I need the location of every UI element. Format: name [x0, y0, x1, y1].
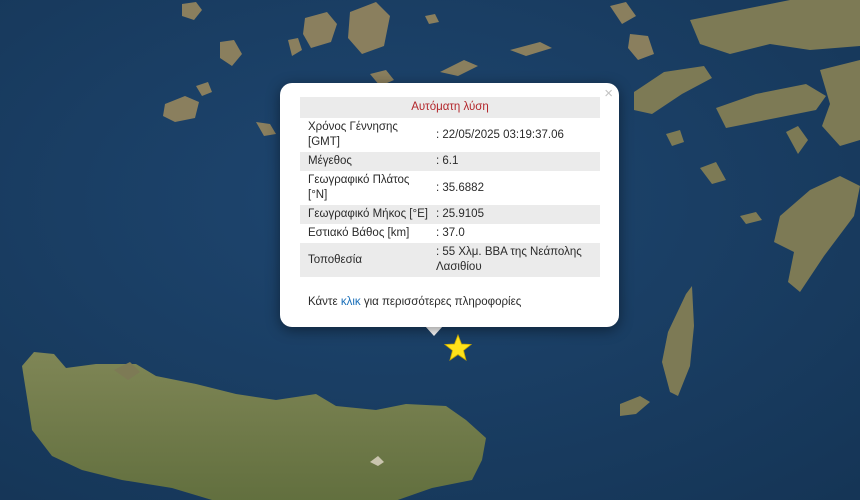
row-label: Εστιακό Βάθος [km] [308, 227, 410, 239]
row-label: Χρόνος Γέννησης [GMT] [308, 121, 398, 148]
star-icon[interactable] [444, 334, 472, 362]
row-label: Γεωγραφικό Μήκος [°E] [308, 208, 428, 220]
row-value: : 6.1 [436, 155, 459, 167]
table-row: Τοποθεσία : 55 Χλμ. ΒΒΑ της Νεάπολης Λασ… [300, 243, 600, 277]
close-icon[interactable]: × [604, 86, 613, 102]
row-value: : 25.9105 [436, 208, 484, 220]
row-value: : 55 Χλμ. ΒΒΑ της Νεάπολης Λασιθίου [436, 246, 582, 273]
table-header-row: Αυτόματη λύση [300, 97, 600, 118]
popup-tip [425, 326, 443, 336]
row-label: Μέγεθος [308, 155, 352, 167]
row-label: Τοποθεσία [308, 253, 362, 266]
table-row: Εστιακό Βάθος [km] : 37.0 [300, 224, 600, 243]
table-row: Γεωγραφικό Πλάτος [°N] : 35.6882 [300, 171, 600, 205]
popup-footer: Κάντε κλικ για περισσότερες πληροφορίες [308, 296, 521, 308]
row-value: : 35.6882 [436, 181, 484, 194]
table-row: Μέγεθος : 6.1 [300, 152, 600, 171]
earthquake-info-table: Αυτόματη λύση Χρόνος Γέννησης [GMT] : 22… [300, 97, 600, 277]
earthquake-info-popup: × Αυτόματη λύση Χρόνος Γέννησης [GMT] : … [280, 83, 619, 327]
row-value: : 37.0 [436, 227, 465, 239]
footer-suffix: για περισσότερες πληροφορίες [363, 296, 522, 308]
table-row: Γεωγραφικό Μήκος [°E] : 25.9105 [300, 205, 600, 224]
row-label: Γεωγραφικό Πλάτος [°N] [308, 174, 410, 201]
row-value: : 22/05/2025 03:19:37.06 [436, 128, 564, 141]
footer-prefix: Κάντε [308, 296, 338, 308]
popup-title: Αυτόματη λύση [411, 101, 489, 113]
table-row: Χρόνος Γέννησης [GMT] : 22/05/2025 03:19… [300, 118, 600, 152]
more-info-link[interactable]: κλικ [341, 296, 361, 308]
